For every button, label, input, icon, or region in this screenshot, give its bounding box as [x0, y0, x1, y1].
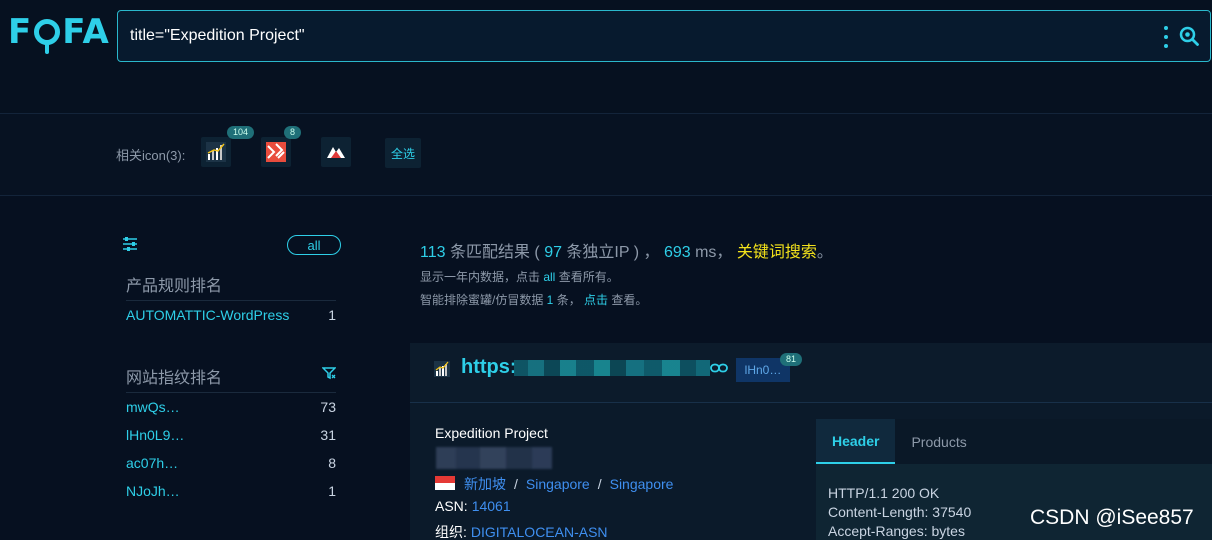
fingerprint-rank-name[interactable]: mwQs…: [126, 399, 180, 415]
funnel-filter-icon[interactable]: [322, 366, 336, 380]
header-line: HTTP/1.1 200 OK: [828, 485, 940, 501]
singapore-flag-icon: [435, 476, 455, 490]
tag-count-badge: 81: [780, 353, 803, 366]
related-icon-red-pattern[interactable]: 8: [261, 126, 302, 167]
honeypot-view-link[interactable]: 点击: [584, 293, 608, 307]
match-count: 113: [420, 244, 446, 261]
notice-text: 显示一年内数据，点击: [420, 270, 544, 284]
site-title: Expedition Project: [435, 425, 548, 441]
related-icon-mountain[interactable]: [321, 137, 351, 167]
fingerprint-rank-row[interactable]: NJoJh… 1: [126, 482, 336, 500]
chain-link-icon[interactable]: [710, 363, 728, 373]
red-pattern-favicon-icon: [266, 142, 286, 162]
search-input[interactable]: [130, 11, 1130, 61]
select-all-button[interactable]: 全选: [385, 138, 421, 168]
site-favicon-icon: [434, 361, 450, 377]
result-card-header: https: lHn0… 81: [410, 343, 1212, 403]
more-vertical-icon[interactable]: [1162, 26, 1170, 48]
show-all-link[interactable]: all: [543, 270, 555, 284]
notice-text: 条，: [553, 293, 585, 307]
fingerprint-rank-row[interactable]: lHn0L9… 31: [126, 426, 336, 444]
fingerprint-tag-label: lHn0…: [744, 363, 782, 377]
fingerprint-rank-name[interactable]: ac07h…: [126, 455, 178, 471]
notice-text: 查看所有。: [555, 270, 619, 284]
fingerprint-rank-count: 8: [328, 455, 336, 471]
icon-count-badge: 8: [284, 126, 302, 139]
sliders-icon[interactable]: [122, 236, 138, 252]
result-url-link[interactable]: https:: [461, 356, 517, 379]
country-link[interactable]: 新加坡: [464, 476, 506, 492]
divider: [126, 392, 336, 393]
tab-header[interactable]: Header: [816, 419, 896, 464]
logo-o-magnifier-icon: [34, 19, 61, 54]
honeypot-notice: 智能排除蜜罐/仿冒数据 1 条， 点击 查看。: [420, 291, 833, 308]
related-icon-chart[interactable]: 104: [201, 126, 255, 167]
csdn-watermark: CSDN @iSee857: [1030, 506, 1194, 529]
product-rank-count: 1: [328, 307, 336, 323]
detail-tabs: Header Products: [816, 419, 1212, 464]
org-link[interactable]: DIGITALOCEAN-ASN: [471, 524, 608, 540]
notice-text: 智能排除蜜罐/仿冒数据: [420, 293, 547, 307]
logo-letters-fa: FA: [62, 12, 110, 52]
fingerprint-rank-count: 1: [328, 483, 336, 499]
match-text: 条匹配结果 (: [445, 244, 545, 261]
tab-products[interactable]: Products: [895, 419, 982, 464]
org-row: 组织: DIGITALOCEAN-ASN: [435, 522, 608, 540]
asn-label: ASN:: [435, 498, 468, 514]
summary-line: 113 条匹配结果 ( 97 条独立IP ) ， 693 ms， 关键词搜索。: [420, 238, 833, 262]
divider: [126, 300, 336, 301]
fingerprint-rank-row[interactable]: ac07h… 8: [126, 454, 336, 472]
query-time: 693: [663, 244, 691, 261]
product-ranking-title: 产品规则排名: [126, 278, 223, 295]
mountain-favicon-icon: [327, 147, 345, 158]
related-icons-label: 相关icon(3):: [116, 148, 186, 163]
fingerprint-ranking-title: 网站指纹排名: [126, 370, 223, 387]
ip-text: 条独立IP ) ，: [561, 244, 664, 261]
related-icons-bar: 相关icon(3): 104 8 全选: [0, 114, 1212, 196]
all-toggle-button[interactable]: all: [287, 235, 341, 255]
redacted-host: [514, 360, 710, 376]
fingerprint-rank-row[interactable]: mwQs… 73: [126, 398, 336, 416]
end-punct: 。: [816, 244, 833, 261]
chart-favicon-icon: [206, 142, 226, 162]
fingerprint-rank-count: 73: [320, 399, 336, 415]
fingerprint-rank-count: 31: [320, 427, 336, 443]
unique-ip-count: 97: [544, 244, 562, 261]
asn-row: ASN: 14061: [435, 498, 511, 514]
product-rank-row[interactable]: AUTOMATTIC-WordPress 1: [126, 306, 336, 324]
product-rank-name[interactable]: AUTOMATTIC-WordPress: [126, 307, 289, 323]
logo-letter-f: F: [8, 12, 33, 52]
search-icon[interactable]: [1178, 25, 1200, 47]
org-label: 组织:: [435, 524, 467, 540]
asn-link[interactable]: 14061: [472, 498, 511, 514]
separator: /: [597, 476, 602, 492]
top-bar: F FA: [0, 0, 1212, 114]
icon-count-badge: 104: [227, 126, 255, 139]
keyword-search-link[interactable]: 关键词搜索: [737, 244, 817, 261]
fingerprint-rank-name[interactable]: NJoJh…: [126, 483, 180, 499]
redacted-ip: [436, 447, 552, 469]
ms-text: ms，: [690, 244, 737, 261]
search-box: [117, 10, 1211, 62]
fofa-logo[interactable]: F FA: [8, 12, 110, 54]
fingerprint-rank-name[interactable]: lHn0L9…: [126, 427, 184, 443]
city-link[interactable]: Singapore: [610, 476, 674, 492]
location-row: 新加坡 / Singapore / Singapore: [464, 474, 673, 494]
region-link[interactable]: Singapore: [526, 476, 590, 492]
separator: /: [514, 476, 518, 492]
notice-text: 查看。: [608, 293, 648, 307]
one-year-notice: 显示一年内数据，点击 all 查看所有。: [420, 268, 833, 285]
results-summary: 113 条匹配结果 ( 97 条独立IP ) ， 693 ms， 关键词搜索。 …: [420, 238, 833, 308]
